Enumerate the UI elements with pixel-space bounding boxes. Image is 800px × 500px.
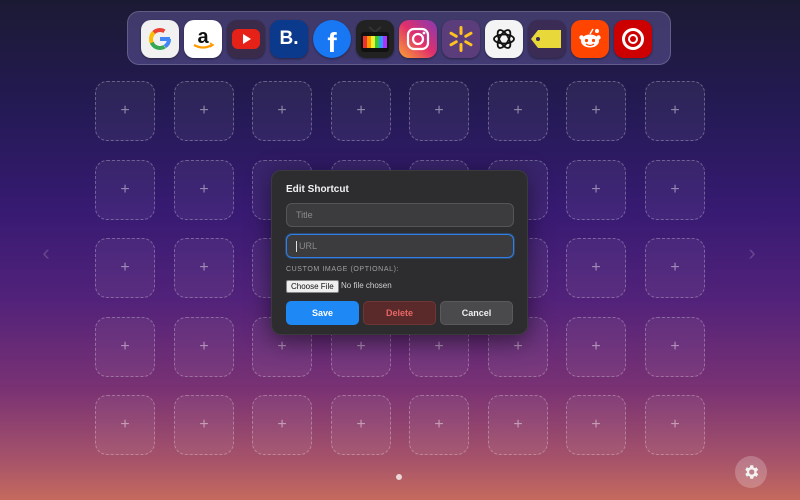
- add-shortcut-tile[interactable]: +: [645, 160, 705, 220]
- booking-icon[interactable]: B.: [270, 20, 308, 58]
- plus-icon: +: [199, 338, 209, 355]
- gear-icon: [745, 465, 759, 479]
- plus-icon: +: [277, 338, 287, 355]
- add-shortcut-tile[interactable]: +: [566, 317, 626, 377]
- plus-icon: +: [670, 259, 680, 276]
- next-page-arrow-icon[interactable]: ›: [740, 238, 764, 268]
- plus-icon: +: [199, 181, 209, 198]
- text-cursor: [296, 241, 297, 252]
- plus-icon: +: [434, 338, 444, 355]
- add-shortcut-tile[interactable]: +: [174, 317, 234, 377]
- plus-icon: +: [670, 416, 680, 433]
- plus-icon: +: [356, 102, 366, 119]
- add-shortcut-tile[interactable]: +: [645, 395, 705, 455]
- add-shortcut-tile[interactable]: +: [95, 395, 155, 455]
- add-shortcut-tile[interactable]: +: [488, 81, 548, 141]
- add-shortcut-tile[interactable]: +: [566, 395, 626, 455]
- plus-icon: +: [670, 338, 680, 355]
- tv-icon[interactable]: [356, 20, 394, 58]
- plus-icon: +: [591, 181, 601, 198]
- add-shortcut-tile[interactable]: +: [252, 395, 312, 455]
- plus-icon: +: [356, 338, 366, 355]
- custom-image-label: CUSTOM IMAGE (OPTIONAL):: [286, 266, 400, 273]
- plus-icon: +: [277, 416, 287, 433]
- plus-icon: +: [277, 102, 287, 119]
- plus-icon: +: [591, 338, 601, 355]
- plus-icon: +: [120, 338, 130, 355]
- edit-shortcut-dialog: Edit Shortcut CUSTOM IMAGE (OPTIONAL): C…: [271, 170, 528, 335]
- cancel-button[interactable]: Cancel: [440, 301, 513, 325]
- save-button[interactable]: Save: [286, 301, 359, 325]
- plus-icon: +: [513, 338, 523, 355]
- google-icon[interactable]: [141, 20, 179, 58]
- target-icon[interactable]: [614, 20, 652, 58]
- add-shortcut-tile[interactable]: +: [488, 395, 548, 455]
- add-shortcut-tile[interactable]: +: [645, 81, 705, 141]
- plus-icon: +: [356, 416, 366, 433]
- page-indicator-dot[interactable]: [396, 474, 402, 480]
- title-input[interactable]: [286, 203, 514, 227]
- svg-text:a: a: [197, 26, 209, 48]
- add-shortcut-tile[interactable]: +: [252, 81, 312, 141]
- plus-icon: +: [120, 102, 130, 119]
- plus-icon: +: [199, 416, 209, 433]
- shortcut-dock: a B. f: [127, 11, 671, 65]
- plus-icon: +: [670, 181, 680, 198]
- add-shortcut-tile[interactable]: +: [95, 317, 155, 377]
- instagram-icon[interactable]: [399, 20, 437, 58]
- amazon-icon[interactable]: a: [184, 20, 222, 58]
- add-shortcut-tile[interactable]: +: [95, 81, 155, 141]
- plus-icon: +: [591, 259, 601, 276]
- add-shortcut-tile[interactable]: +: [566, 160, 626, 220]
- plus-icon: +: [120, 416, 130, 433]
- walmart-icon[interactable]: [442, 20, 480, 58]
- add-shortcut-tile[interactable]: +: [645, 317, 705, 377]
- add-shortcut-tile[interactable]: +: [95, 160, 155, 220]
- plus-icon: +: [434, 416, 444, 433]
- plus-icon: +: [120, 259, 130, 276]
- plus-icon: +: [591, 416, 601, 433]
- previous-page-arrow-icon[interactable]: ‹: [34, 238, 58, 268]
- add-shortcut-tile[interactable]: +: [174, 81, 234, 141]
- add-shortcut-tile[interactable]: +: [331, 81, 391, 141]
- file-status-text: No file chosen: [341, 281, 392, 290]
- add-shortcut-tile[interactable]: +: [174, 238, 234, 298]
- plus-icon: +: [513, 102, 523, 119]
- booking-glyph: B.: [279, 28, 299, 49]
- plus-icon: +: [120, 181, 130, 198]
- settings-button[interactable]: [735, 456, 767, 488]
- plus-icon: +: [591, 102, 601, 119]
- plus-icon: +: [513, 416, 523, 433]
- plus-icon: +: [199, 102, 209, 119]
- price-tag-icon[interactable]: [528, 20, 566, 58]
- dialog-title: Edit Shortcut: [286, 184, 349, 195]
- plus-icon: +: [199, 259, 209, 276]
- add-shortcut-tile[interactable]: +: [331, 395, 391, 455]
- choose-file-button[interactable]: Choose File: [286, 280, 339, 293]
- add-shortcut-tile[interactable]: +: [409, 81, 469, 141]
- add-shortcut-tile[interactable]: +: [566, 238, 626, 298]
- plus-icon: +: [670, 102, 680, 119]
- add-shortcut-tile[interactable]: +: [645, 238, 705, 298]
- youtube-icon[interactable]: [227, 20, 265, 58]
- chatgpt-icon[interactable]: [485, 20, 523, 58]
- reddit-icon[interactable]: [571, 20, 609, 58]
- url-input[interactable]: [286, 234, 514, 258]
- add-shortcut-tile[interactable]: +: [174, 395, 234, 455]
- add-shortcut-tile[interactable]: +: [566, 81, 626, 141]
- facebook-icon[interactable]: f: [313, 20, 351, 58]
- add-shortcut-tile[interactable]: +: [174, 160, 234, 220]
- add-shortcut-tile[interactable]: +: [409, 395, 469, 455]
- plus-icon: +: [434, 102, 444, 119]
- add-shortcut-tile[interactable]: +: [95, 238, 155, 298]
- facebook-glyph: f: [327, 27, 337, 58]
- delete-button[interactable]: Delete: [363, 301, 436, 325]
